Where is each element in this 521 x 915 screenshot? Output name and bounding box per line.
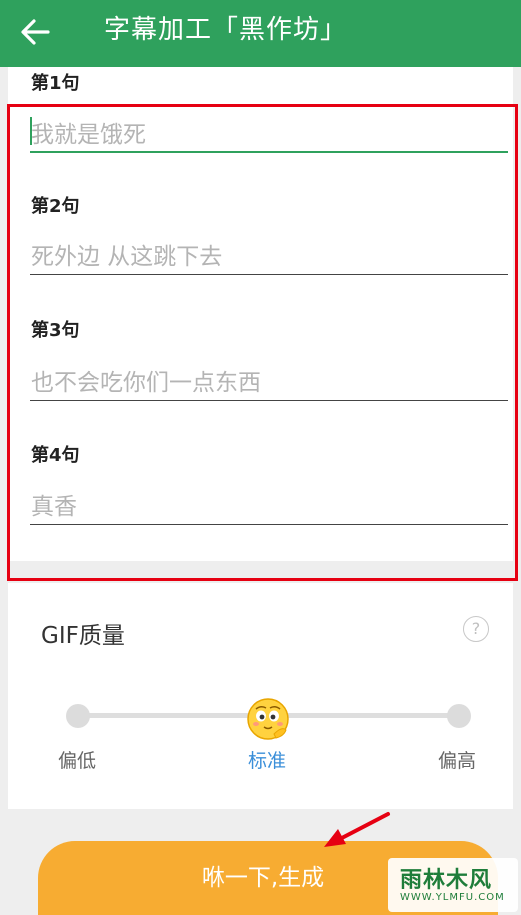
- watermark-url: WWW.YLMFU.COM: [400, 892, 505, 903]
- highlight-frame: [7, 104, 518, 581]
- quality-level-high[interactable]: 偏高: [438, 746, 476, 773]
- watermark-text: 雨林木风: [400, 868, 493, 893]
- generate-button-label: 咻一下,生成: [201, 865, 325, 891]
- annotation-arrow-icon: [324, 812, 390, 847]
- question-circle-icon[interactable]: ?: [463, 616, 489, 642]
- screen: 字幕加工「黑作坊」 第1句 我就是饿死 第2句 死外边 从这跳下去 第3句 也不…: [0, 0, 521, 915]
- arrow-left-icon[interactable]: [14, 10, 58, 54]
- quality-level-standard[interactable]: 标准: [248, 746, 286, 773]
- watermark: 雨林木风 WWW.YLMFU.COM: [388, 858, 518, 912]
- sentence-label-1: 第1句: [31, 73, 80, 94]
- quality-stop-high[interactable]: [447, 704, 471, 728]
- app-header: 字幕加工「黑作坊」: [0, 0, 521, 67]
- gif-quality-card: GIF质量 ? 偏低 标准 偏高: [8, 583, 513, 809]
- quality-stop-low[interactable]: [66, 704, 90, 728]
- gif-quality-title: GIF质量: [41, 623, 125, 649]
- page-title: 字幕加工「黑作坊」: [104, 15, 348, 45]
- emoji-face-icon[interactable]: [244, 694, 292, 742]
- quality-level-low[interactable]: 偏低: [58, 746, 96, 773]
